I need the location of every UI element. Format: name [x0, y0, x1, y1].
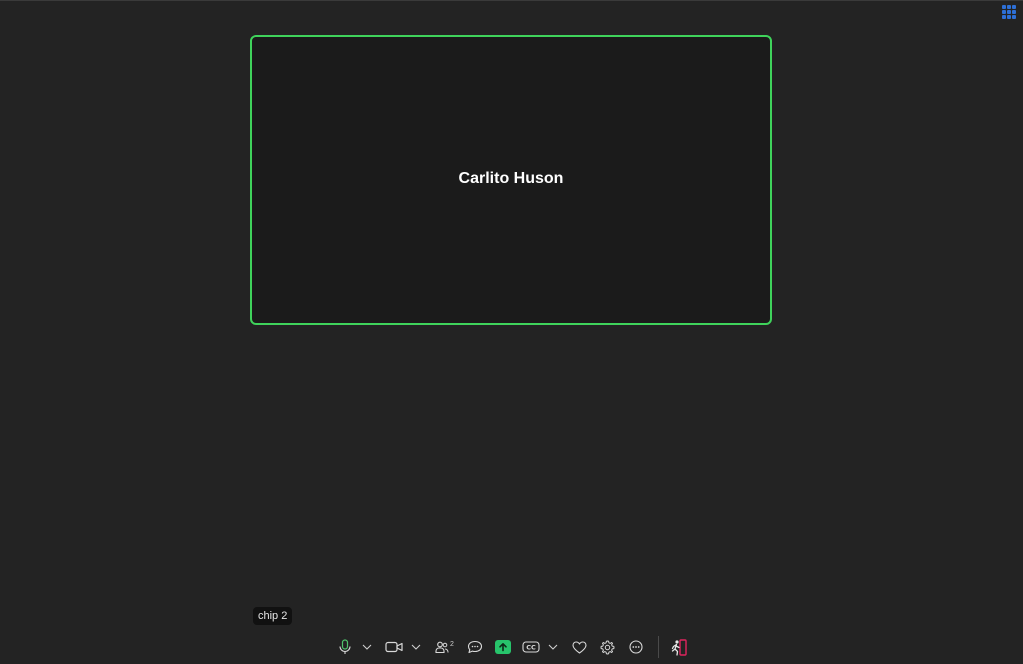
meeting-screen: Carlito Huson chip 2 2 CC [0, 0, 1023, 664]
reactions-heart-icon [572, 640, 587, 654]
camera-icon [384, 641, 403, 653]
grid-view-icon[interactable] [1001, 4, 1019, 22]
participants-button[interactable]: 2 [432, 635, 458, 659]
chip-label: chip 2 [253, 607, 293, 625]
more-options-icon [628, 640, 643, 654]
microphone-button[interactable] [334, 635, 356, 659]
svg-text:CC: CC [526, 644, 536, 652]
chevron-down-icon [362, 644, 371, 650]
active-speaker-tile[interactable]: Carlito Huson [250, 35, 772, 325]
leave-button[interactable] [668, 635, 690, 659]
closed-captions-button[interactable]: CC [520, 635, 542, 659]
meeting-toolbar: 2 CC [0, 630, 1023, 664]
participants-count: 2 [450, 640, 454, 648]
reactions-button[interactable] [569, 635, 591, 659]
chat-button[interactable] [464, 635, 486, 659]
participant-name: Carlito Huson [458, 169, 564, 187]
camera-button[interactable] [383, 635, 405, 659]
audio-options-button[interactable] [360, 635, 374, 659]
window-top-border [0, 0, 1023, 1]
captions-options-button[interactable] [546, 635, 560, 659]
share-screen-icon [494, 640, 511, 654]
toolbar-divider [657, 636, 659, 658]
settings-gear-icon [600, 640, 615, 654]
chevron-down-icon [411, 644, 420, 650]
video-options-button[interactable] [409, 635, 423, 659]
closed-captions-icon: CC [521, 641, 540, 653]
more-options-button[interactable] [625, 635, 647, 659]
leave-icon [671, 638, 687, 656]
chat-icon [467, 640, 482, 654]
participants-icon [435, 641, 449, 653]
share-screen-button[interactable] [492, 635, 514, 659]
chevron-down-icon [548, 644, 557, 650]
microphone-icon [338, 639, 351, 654]
settings-button[interactable] [597, 635, 619, 659]
